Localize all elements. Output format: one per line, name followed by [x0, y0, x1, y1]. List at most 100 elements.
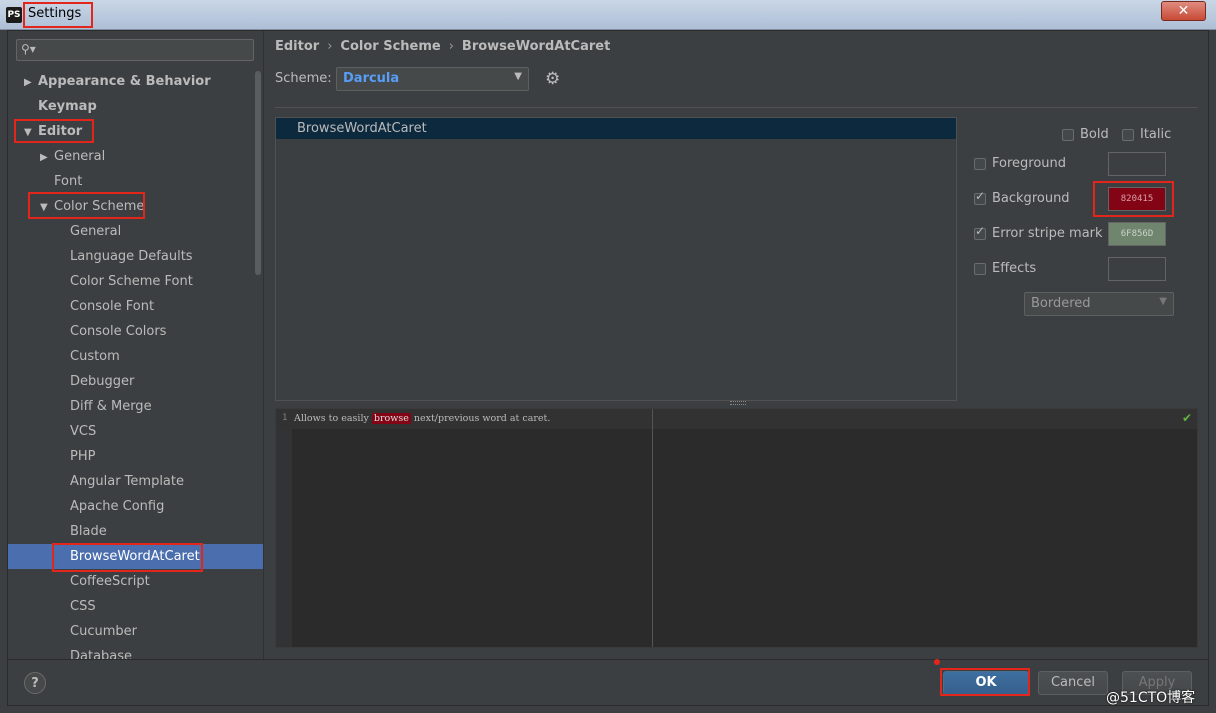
error-stripe-color-swatch[interactable]: 6F856D [1108, 222, 1166, 246]
tree-item-label: Appearance & Behavior [38, 74, 211, 89]
window-title-bar: PS Settings ✕ [0, 0, 1216, 30]
tree-item-vcs[interactable]: VCS [8, 419, 263, 444]
tree-item-font[interactable]: Font [8, 169, 263, 194]
error-stripe-label: Error stripe mark [992, 226, 1103, 241]
tree-item-general[interactable]: General [8, 219, 263, 244]
help-button[interactable]: ? [24, 672, 46, 694]
tree-item-label: Console Font [70, 299, 155, 314]
tree-item-coffeescript[interactable]: CoffeeScript [8, 569, 263, 594]
expand-arrow-icon[interactable]: ▶ [40, 145, 54, 170]
scheme-label: Scheme: [275, 71, 332, 86]
tree-item-custom[interactable]: Custom [8, 344, 263, 369]
tree-item-diff-merge[interactable]: Diff & Merge [8, 394, 263, 419]
tree-item-apache-config[interactable]: Apache Config [8, 494, 263, 519]
tree-item-editor[interactable]: ▼ Editor [8, 119, 263, 144]
code-text-before: Allows to easily [294, 413, 372, 424]
code-text-after: next/previous word at caret. [410, 413, 551, 424]
tree-item-color-scheme-font[interactable]: Color Scheme Font [8, 269, 263, 294]
bold-checkbox[interactable] [1062, 128, 1074, 141]
settings-search-input[interactable] [39, 41, 251, 61]
background-checkbox[interactable] [974, 189, 986, 205]
settings-search-box[interactable]: ⚲▾ [16, 39, 254, 61]
tree-item-blade[interactable]: Blade [8, 519, 263, 544]
footer-divider [8, 659, 1208, 660]
attribute-options-panel: Bold Italic Foreground Background 820415… [965, 117, 1205, 401]
effects-label: Effects [992, 261, 1037, 276]
error-stripe-checkbox[interactable] [974, 224, 986, 240]
breadcrumb-color-scheme[interactable]: Color Scheme [340, 39, 440, 54]
breadcrumb-current: BrowseWordAtCaret [461, 39, 611, 54]
tree-item-browsewordatcaret[interactable]: BrowseWordAtCaret [8, 544, 263, 569]
italic-checkbox[interactable] [1122, 128, 1134, 141]
bold-option[interactable]: Bold [1062, 127, 1109, 142]
splitter-handle[interactable] [730, 401, 746, 405]
error-stripe-option[interactable]: Error stripe mark [974, 224, 1103, 241]
attribute-row-selected[interactable]: BrowseWordAtCaret [276, 118, 956, 139]
effects-type-value: Bordered [1031, 296, 1091, 311]
breadcrumb-editor[interactable]: Editor [275, 39, 319, 54]
tree-item-appearance-behavior[interactable]: ▶ Appearance & Behavior [8, 69, 263, 94]
tree-item-label: Apache Config [70, 499, 165, 514]
collapse-arrow-icon[interactable]: ▼ [40, 195, 54, 220]
effects-checkbox[interactable] [974, 262, 986, 275]
line-number: 1 [282, 413, 288, 423]
expand-arrow-icon[interactable]: ▶ [24, 70, 38, 95]
tree-item-label: General [70, 224, 122, 239]
tree-item-label: VCS [70, 424, 97, 439]
foreground-option[interactable]: Foreground [974, 156, 1066, 171]
foreground-color-swatch[interactable] [1108, 152, 1166, 176]
italic-option[interactable]: Italic [1122, 127, 1171, 142]
tree-item-label: Cucumber [70, 624, 137, 639]
tree-item-label: Color Scheme [54, 199, 145, 214]
effects-color-swatch[interactable] [1108, 257, 1166, 281]
tree-item-label: Console Colors [70, 324, 167, 339]
scheme-dropdown[interactable]: Darcula ▼ [336, 67, 529, 91]
breadcrumb-separator: › [448, 39, 454, 54]
collapse-arrow-icon[interactable]: ▼ [24, 120, 38, 145]
tree-item-php[interactable]: PHP [8, 444, 263, 469]
foreground-checkbox[interactable] [974, 157, 986, 170]
tree-item-label: PHP [70, 449, 96, 464]
effects-option[interactable]: Effects [974, 261, 1036, 276]
tree-item-label: BrowseWordAtCaret [70, 549, 200, 564]
breadcrumb-separator: › [327, 39, 333, 54]
tree-item-label: Custom [70, 349, 120, 364]
code-preview: 1 Allows to easily browse next/previous … [275, 408, 1198, 648]
cancel-button[interactable]: Cancel [1038, 671, 1108, 695]
tree-item-general[interactable]: ▶ General [8, 144, 263, 169]
phpstorm-app-icon: PS [6, 7, 22, 23]
tree-item-keymap[interactable]: Keymap [8, 94, 263, 119]
tree-item-debugger[interactable]: Debugger [8, 369, 263, 394]
close-button[interactable]: ✕ [1161, 1, 1206, 21]
tree-item-database[interactable]: Database [8, 644, 263, 659]
tree-item-label: CoffeeScript [70, 574, 150, 589]
tree-item-label: Color Scheme Font [70, 274, 193, 289]
tree-item-console-font[interactable]: Console Font [8, 294, 263, 319]
background-label: Background [992, 191, 1070, 206]
breadcrumb: Editor › Color Scheme › BrowseWordAtCaret [275, 39, 610, 54]
tree-item-label: Language Defaults [70, 249, 193, 264]
tree-item-console-colors[interactable]: Console Colors [8, 319, 263, 344]
bold-label: Bold [1080, 127, 1109, 142]
effects-type-dropdown[interactable]: Bordered ▼ [1024, 292, 1174, 316]
sidebar-scrollbar[interactable] [255, 71, 261, 275]
tree-item-language-defaults[interactable]: Language Defaults [8, 244, 263, 269]
preview-divider [652, 409, 653, 647]
tree-item-label: Database [70, 649, 133, 659]
foreground-label: Foreground [992, 156, 1067, 171]
tree-item-css[interactable]: CSS [8, 594, 263, 619]
background-option[interactable]: Background [974, 189, 1070, 206]
preview-code-line: Allows to easily browse next/previous wo… [294, 413, 550, 424]
window-title: Settings [28, 6, 82, 21]
background-color-swatch[interactable]: 820415 [1108, 187, 1166, 211]
ok-button[interactable]: OK [943, 671, 1029, 695]
tree-item-cucumber[interactable]: Cucumber [8, 619, 263, 644]
watermark: @51CTO博客 [1106, 690, 1196, 706]
settings-tree: ▶ Appearance & Behavior Keymap ▼ Editor ▶ Gene… [8, 69, 263, 659]
gear-icon[interactable]: ⚙ [545, 69, 560, 89]
italic-label: Italic [1140, 127, 1172, 142]
code-highlighted-word: browse [371, 413, 411, 424]
settings-dialog: ⚲▾ ▶ Appearance & Behavior Keymap ▼ Editor ▶ G… [7, 30, 1209, 706]
tree-item-color-scheme[interactable]: ▼ Color Scheme [8, 194, 263, 219]
tree-item-angular-template[interactable]: Angular Template [8, 469, 263, 494]
